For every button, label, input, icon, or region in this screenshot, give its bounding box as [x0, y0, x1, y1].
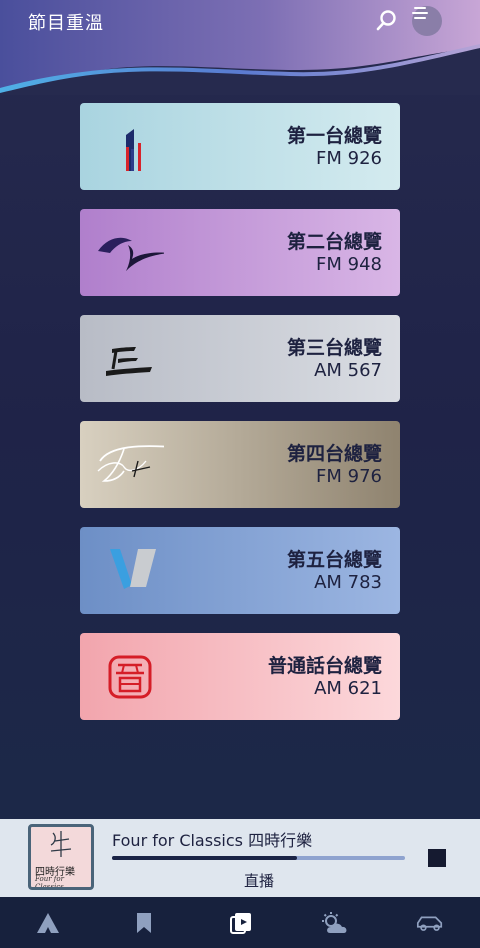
channel-card-radio4[interactable]: 第四台總覽 FM 976 [80, 421, 400, 508]
radio1-logo-icon [126, 129, 141, 171]
car-icon [416, 916, 443, 931]
channel-card-radio2[interactable]: 第二台總覽 FM 948 [80, 209, 400, 296]
channel-card-radio3[interactable]: 第三台總覽 AM 567 [80, 315, 400, 402]
channel-frequency: FM 926 [316, 148, 382, 169]
mini-player[interactable]: 四時行樂 Four for Classics Four for Classics… [0, 819, 480, 897]
playlist-video-icon [230, 913, 251, 934]
radio2-logo-icon [98, 237, 164, 271]
nav-weather[interactable] [320, 909, 350, 937]
channel-card-radio1[interactable]: 第一台總覽 FM 926 [80, 103, 400, 190]
channel-name: 第一台總覽 [286, 125, 382, 147]
search-icon [376, 10, 396, 31]
channel-frequency: AM 621 [314, 678, 382, 699]
nav-playback[interactable] [226, 909, 256, 937]
stop-button[interactable] [428, 849, 446, 867]
channel-frequency: FM 948 [316, 254, 382, 275]
nav-bookmark[interactable] [129, 909, 159, 937]
channel-frequency: FM 976 [316, 466, 382, 487]
putonghua-logo-icon [108, 655, 152, 699]
cover-title-en: Four for Classics [35, 875, 64, 890]
header: 節目重溫 [0, 0, 480, 95]
channel-name: 第四台總覽 [286, 443, 382, 465]
weather-icon [322, 912, 347, 933]
channel-card-radio5[interactable]: 第五台總覽 AM 783 [80, 527, 400, 614]
search-button[interactable] [374, 8, 400, 34]
nav-home[interactable] [33, 909, 63, 937]
live-status: 直播 [244, 872, 275, 890]
home-icon [37, 913, 59, 933]
channel-name: 第二台總覽 [286, 231, 382, 253]
nav-car[interactable] [415, 909, 445, 937]
radio5-logo-icon [110, 549, 156, 589]
page-title: 節目重溫 [28, 13, 104, 34]
track-title: Four for Classics 四時行樂 [112, 831, 313, 850]
progress-fill [112, 856, 297, 860]
bottom-navigation [0, 897, 480, 948]
channel-frequency: AM 567 [314, 360, 382, 381]
radio3-logo-icon [106, 347, 152, 376]
radio4-logo-icon [97, 445, 164, 482]
channel-frequency: AM 783 [314, 572, 382, 593]
progress-bar[interactable] [112, 856, 405, 860]
channel-name: 第五台總覽 [286, 549, 382, 571]
menu-button[interactable] [412, 6, 442, 36]
bookmark-icon [137, 913, 151, 933]
program-cover[interactable]: 四時行樂 Four for Classics [28, 824, 94, 890]
channel-name: 第三台總覽 [286, 337, 382, 359]
channel-card-putonghua[interactable]: 普通話台總覽 AM 621 [80, 633, 400, 720]
menu-icon [412, 7, 428, 19]
channel-name: 普通話台總覽 [267, 655, 382, 677]
